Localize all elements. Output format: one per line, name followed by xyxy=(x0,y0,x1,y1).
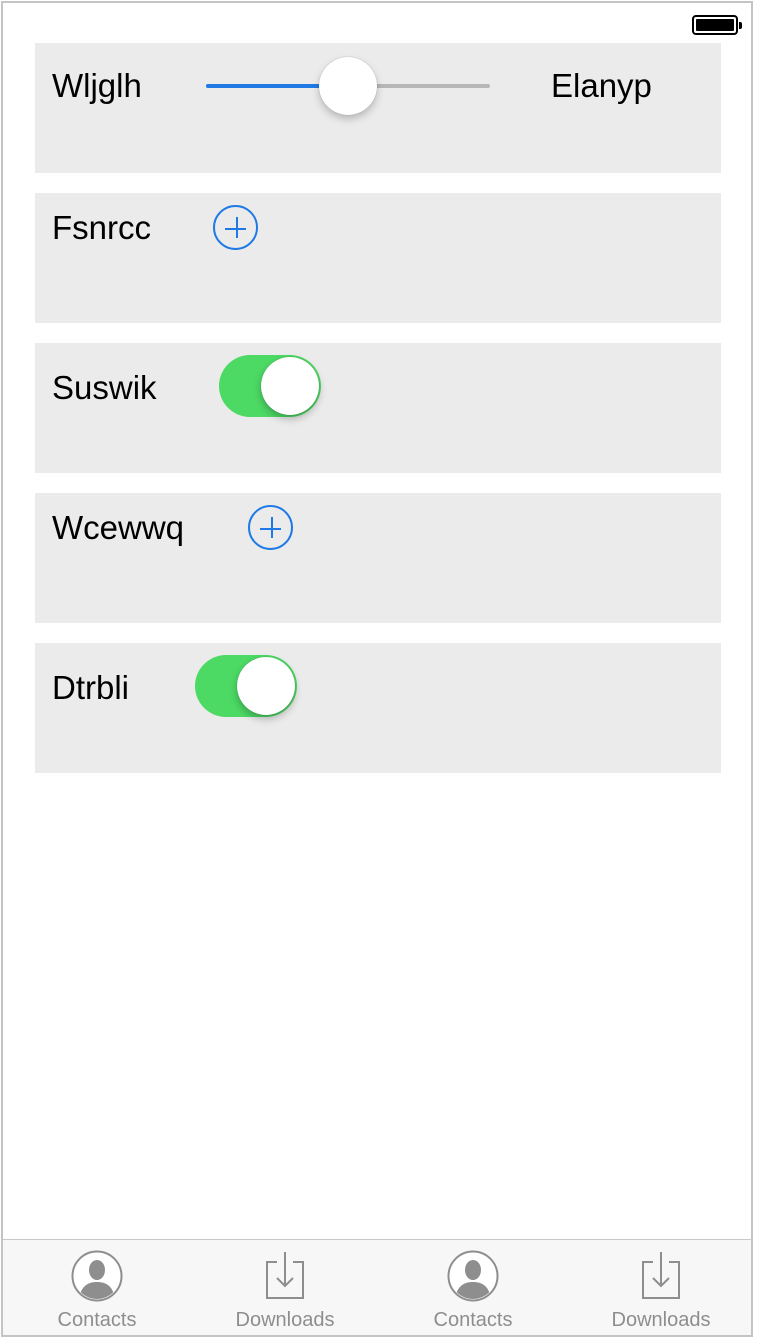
tab-downloads[interactable]: Downloads xyxy=(191,1240,379,1335)
toggle-knob xyxy=(261,357,319,415)
toggle-switch[interactable] xyxy=(219,355,321,417)
row-label: Dtrbli xyxy=(52,669,130,706)
add-button[interactable] xyxy=(213,205,258,250)
tab-label: Downloads xyxy=(611,1309,711,1331)
contact-icon xyxy=(447,1250,499,1302)
row-toggle: Suswik xyxy=(35,343,721,473)
slider-value-label: Elanyp xyxy=(551,67,652,104)
toggle-knob xyxy=(237,657,295,715)
app-screen: Wljglh Elanyp Fsnrcc Suswik Wcewwq Dtrbl… xyxy=(1,1,753,1337)
tab-label: Downloads xyxy=(235,1309,335,1331)
row-label: Suswik xyxy=(52,369,157,406)
row-label: Fsnrcc xyxy=(52,209,151,246)
toggle-switch[interactable] xyxy=(195,655,297,717)
slider-thumb[interactable] xyxy=(319,57,377,115)
download-icon xyxy=(642,1252,680,1299)
tab-contacts[interactable]: Contacts xyxy=(379,1240,567,1335)
battery-level xyxy=(696,19,734,31)
tab-label: Contacts xyxy=(57,1309,137,1331)
tab-label: Contacts xyxy=(433,1309,513,1331)
row-toggle: Dtrbli xyxy=(35,643,721,773)
add-button[interactable] xyxy=(248,505,293,550)
contact-icon xyxy=(71,1250,123,1302)
row-add: Fsnrcc xyxy=(35,193,721,323)
tab-bar: Contacts Downloads Contacts Downloads xyxy=(3,1239,751,1335)
row-add: Wcewwq xyxy=(35,493,721,623)
row-label: Wcewwq xyxy=(52,509,185,546)
tab-contacts[interactable]: Contacts xyxy=(3,1240,191,1335)
row-slider: Wljglh Elanyp xyxy=(35,43,721,173)
tab-downloads[interactable]: Downloads xyxy=(567,1240,751,1335)
battery-tip xyxy=(739,22,742,29)
battery-icon xyxy=(692,15,742,35)
download-icon xyxy=(266,1252,304,1299)
row-label: Wljglh xyxy=(52,67,142,104)
